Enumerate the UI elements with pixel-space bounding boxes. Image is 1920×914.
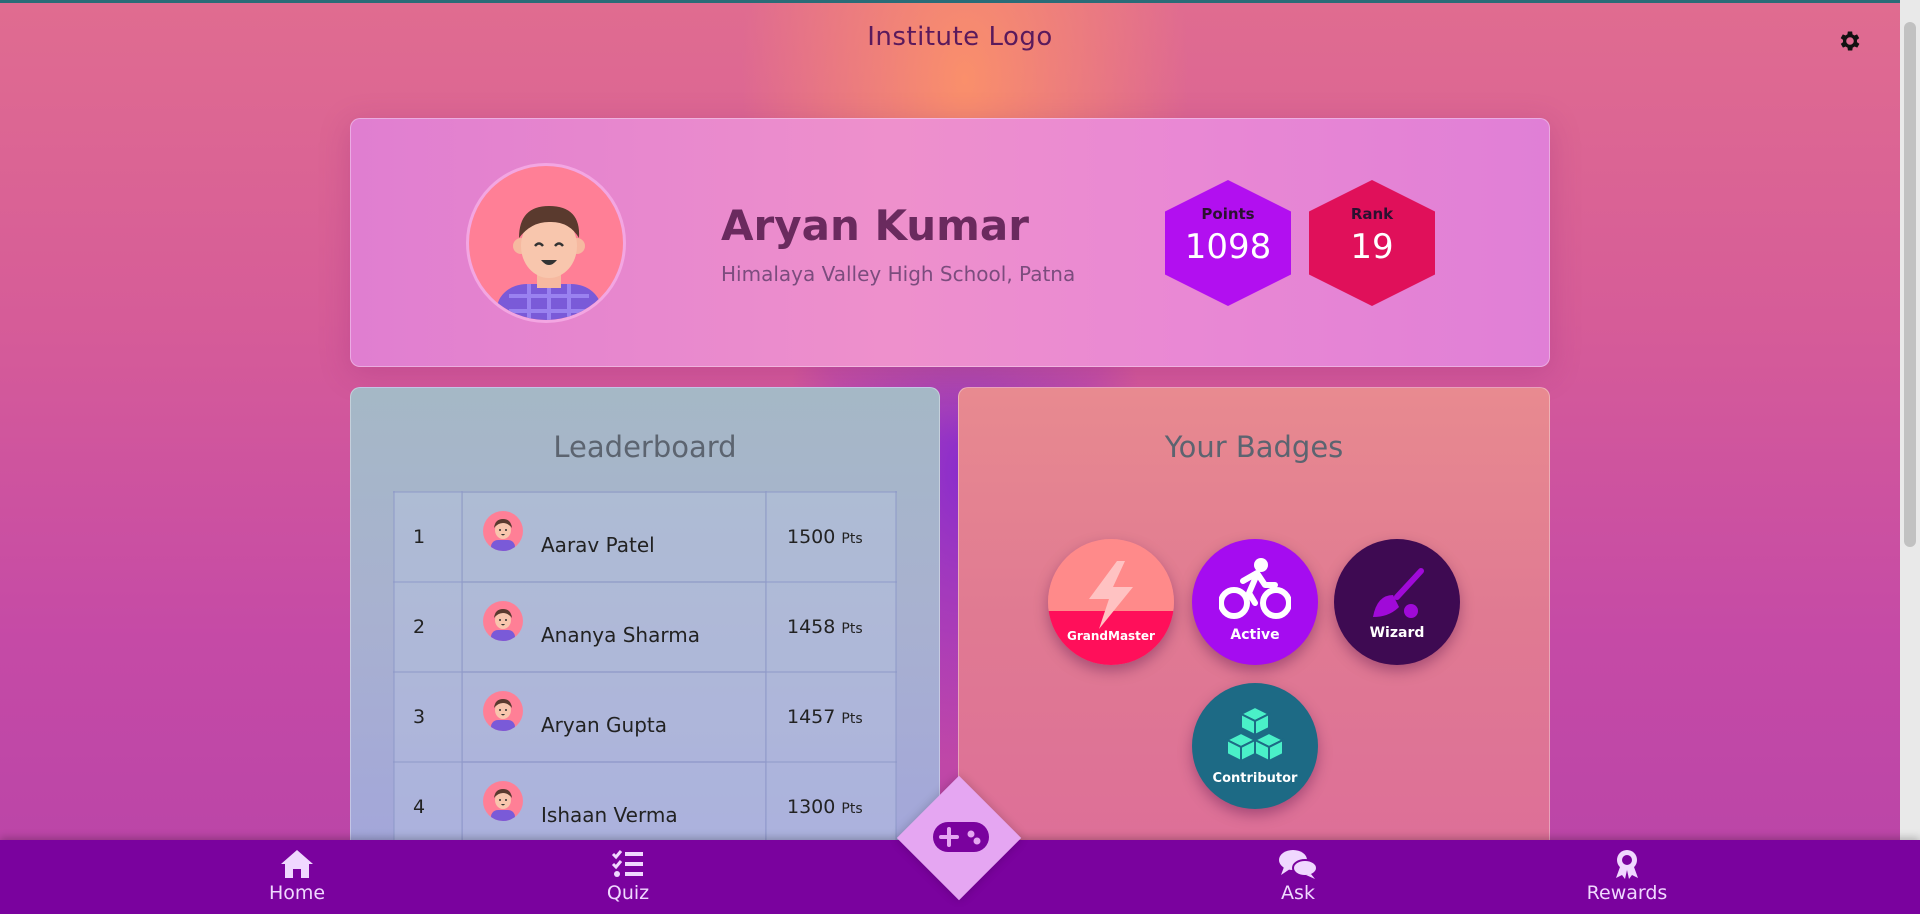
points-value: 1098 [1184, 227, 1272, 267]
points-unit: Pts [841, 801, 863, 817]
leaderboard-title: Leaderboard [553, 430, 737, 464]
badges-card: Your Badges GrandMaster Active Wizard Co… [958, 387, 1550, 847]
badges-title: Your Badges [1164, 430, 1344, 464]
rank-label: Rank [1350, 205, 1394, 223]
name-cell: Aryan Gupta [461, 671, 767, 763]
badge-label: GrandMaster [1067, 629, 1155, 643]
badge-grandmaster[interactable]: GrandMaster [1048, 539, 1174, 665]
nav-home-label: Home [268, 882, 326, 904]
nav-ask[interactable]: Ask [1238, 848, 1358, 904]
points-unit: Pts [841, 531, 863, 547]
user-school: Himalaya Valley High School, Patna [721, 262, 1076, 286]
name-cell: Aarav Patel [461, 491, 767, 583]
home-icon [281, 850, 313, 878]
table-row: 1 Aarav Patel 1500 Pts [393, 491, 897, 583]
profile-card: Aryan Kumar Himalaya Valley High School,… [350, 118, 1550, 367]
comments-icon [1279, 850, 1318, 879]
badge-label: Contributor [1212, 771, 1298, 786]
rank-cell: 4 [393, 761, 463, 846]
scrollbar[interactable] [1900, 0, 1920, 840]
institute-logo: Institute Logo [867, 22, 1053, 52]
list-check-icon [611, 850, 643, 877]
rank-hexagon: Rank 19 [1309, 180, 1435, 306]
points-value: 1500 [787, 526, 836, 548]
badge-label: Active [1230, 627, 1280, 643]
rank-cell: 2 [393, 581, 463, 673]
nav-home[interactable]: Home [237, 848, 357, 904]
points-cell: 1457 Pts [765, 671, 897, 763]
points-value: 1300 [787, 796, 836, 818]
points-value: 1458 [787, 616, 836, 638]
points-cell: 1300 Pts [765, 761, 897, 846]
avatar [483, 511, 523, 551]
leaderboard-table: 1 Aarav Patel 1500 Pts 2 Ananya Sharma 1458 P… [393, 491, 897, 846]
avatar [483, 691, 523, 731]
name-cell: Ananya Sharma [461, 581, 767, 673]
table-row: 3 Aryan Gupta 1457 Pts [393, 671, 897, 763]
nav-quiz-label: Quiz [606, 882, 650, 904]
nav-ask-label: Ask [1281, 882, 1315, 904]
award-icon [1616, 850, 1638, 879]
nav-rewards[interactable]: Rewards [1567, 848, 1687, 904]
rank-cell: 1 [393, 491, 463, 583]
player-name: Aryan Gupta [541, 713, 667, 737]
table-row: 4 Ishaan Verma 1300 Pts [393, 761, 897, 846]
avatar [483, 781, 523, 821]
rank-cell: 3 [393, 671, 463, 763]
points-value: 1457 [787, 706, 836, 728]
points-cell: 1458 Pts [765, 581, 897, 673]
badge-wizard[interactable]: Wizard [1334, 539, 1460, 665]
points-hexagon: Points 1098 [1165, 180, 1291, 306]
scrollbar-thumb[interactable] [1904, 22, 1916, 547]
gear-icon[interactable] [1837, 28, 1863, 54]
bicycle-icon [1219, 558, 1291, 619]
rank-value: 19 [1350, 227, 1394, 267]
player-name: Aarav Patel [541, 533, 655, 557]
points-unit: Pts [841, 711, 863, 727]
lightning-icon [1089, 561, 1133, 629]
top-border [0, 0, 1920, 3]
points-label: Points [1201, 205, 1255, 223]
name-cell: Ishaan Verma [461, 761, 767, 846]
badge-contributor[interactable]: Contributor [1192, 683, 1318, 809]
player-name: Ishaan Verma [541, 803, 678, 827]
leaderboard-card: Leaderboard 1 Aarav Patel 1500 Pts 2 Ananya … [350, 387, 940, 847]
table-row: 2 Ananya Sharma 1458 Pts [393, 581, 897, 673]
gamepad-icon[interactable] [931, 814, 991, 862]
badge-active[interactable]: Active [1192, 539, 1318, 665]
avatar [466, 163, 626, 323]
avatar [483, 601, 523, 641]
wand-icon [1373, 568, 1424, 618]
points-cell: 1500 Pts [765, 491, 897, 583]
nav-rewards-label: Rewards [1586, 882, 1668, 904]
cubes-icon [1224, 705, 1286, 763]
player-name: Ananya Sharma [541, 623, 700, 647]
points-unit: Pts [841, 621, 863, 637]
badge-label: Wizard [1369, 625, 1425, 641]
user-name: Aryan Kumar [721, 201, 1029, 250]
nav-quiz[interactable]: Quiz [568, 848, 688, 904]
